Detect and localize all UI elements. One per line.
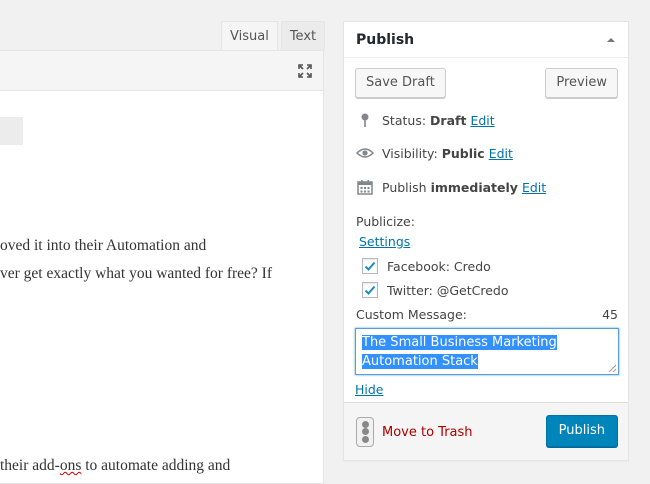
editor-text-line: ver get exactly what you wanted for free… xyxy=(0,265,272,282)
text-fragment: their add- xyxy=(0,457,60,474)
visibility-row: Visibility: Public Edit xyxy=(356,145,513,161)
custom-message-text: The Small Business Marketing xyxy=(362,335,557,350)
edit-status-link[interactable]: Edit xyxy=(470,113,494,128)
custom-message-label: Custom Message: xyxy=(356,307,467,322)
editor-tabs: Visual Text xyxy=(221,21,326,50)
facebook-account-row[interactable]: Facebook: Credo xyxy=(362,258,491,274)
editor-format-strip xyxy=(0,117,23,145)
schedule-value: immediately xyxy=(430,179,518,195)
edit-schedule-link[interactable]: Edit xyxy=(522,180,546,195)
editor-text-line: oved it into their Automation and xyxy=(0,237,207,254)
status-value: Draft xyxy=(430,112,467,128)
twitter-checkbox[interactable] xyxy=(362,282,378,298)
custom-message-text: Automation Stack xyxy=(362,354,478,369)
status-label: Status: xyxy=(382,112,427,128)
visibility-label: Visibility: xyxy=(382,145,438,161)
editor-text-line: their add-ons to automate adding and xyxy=(0,457,230,475)
character-count: 45 xyxy=(602,307,618,322)
twitter-account-label: Twitter: @GetCredo xyxy=(387,282,509,298)
page: Visual Text oved it into their Automatio… xyxy=(0,0,650,484)
publicize-settings-link[interactable]: Settings xyxy=(359,234,410,249)
fullscreen-icon[interactable] xyxy=(297,63,313,79)
tab-visual[interactable]: Visual xyxy=(221,21,278,50)
facebook-checkbox[interactable] xyxy=(362,258,378,274)
eye-icon xyxy=(356,145,374,161)
arrow-up-icon[interactable] xyxy=(606,35,616,45)
move-to-trash-link[interactable]: Move to Trash xyxy=(382,425,473,440)
custom-message-textarea[interactable]: The Small Business Marketing Automation … xyxy=(355,328,619,375)
pin-icon xyxy=(356,112,374,128)
twitter-account-row[interactable]: Twitter: @GetCredo xyxy=(362,282,509,298)
schedule-row: Publish immediately Edit xyxy=(356,179,546,195)
publish-box-title: Publish xyxy=(356,31,415,48)
status-row: Status: Draft Edit xyxy=(356,112,495,128)
checkmark-icon xyxy=(364,285,376,295)
editor-toolbar xyxy=(0,51,323,91)
text-fragment: to automate adding and xyxy=(81,457,231,474)
preview-button[interactable]: Preview xyxy=(545,68,618,98)
publish-box-footer: Move to Trash Publish xyxy=(344,402,628,460)
save-draft-button[interactable]: Save Draft xyxy=(355,68,446,98)
publish-box: Publish Save Draft Preview Status: Draft… xyxy=(343,21,629,461)
facebook-account-label: Facebook: Credo xyxy=(387,258,491,274)
move-to-trash[interactable]: Move to Trash xyxy=(356,417,473,447)
publish-button[interactable]: Publish xyxy=(545,415,618,447)
resize-grip-icon[interactable] xyxy=(608,364,616,372)
misspelled-word: ons xyxy=(59,457,82,474)
editor-area[interactable]: oved it into their Automation and ver ge… xyxy=(0,50,324,484)
publicize-label: Publicize: xyxy=(356,214,415,229)
edit-visibility-link[interactable]: Edit xyxy=(489,146,513,161)
hide-publicize-link[interactable]: Hide xyxy=(355,382,384,397)
checkmark-icon xyxy=(364,261,376,271)
traffic-light-icon xyxy=(356,417,374,447)
calendar-icon xyxy=(356,179,374,195)
publish-box-header[interactable]: Publish xyxy=(344,22,628,58)
visibility-value: Public xyxy=(441,145,485,161)
schedule-label: Publish xyxy=(382,179,427,195)
tab-text[interactable]: Text xyxy=(280,21,326,50)
